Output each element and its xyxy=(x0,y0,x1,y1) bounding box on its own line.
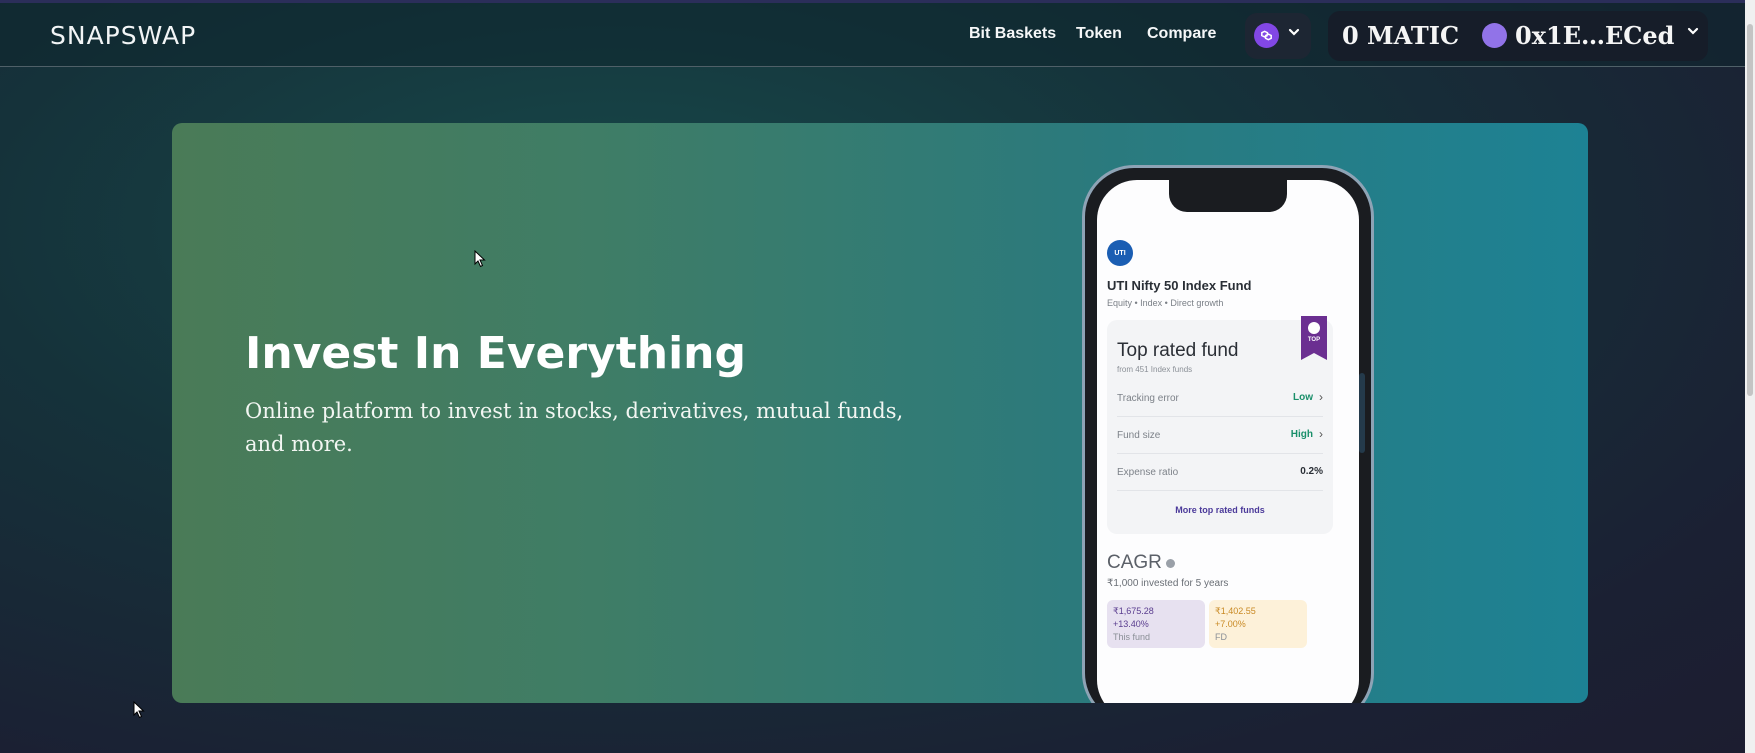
row-expense-ratio: Expense ratio 0.2% xyxy=(1117,454,1323,491)
row-fund-size: Fund size High › xyxy=(1117,417,1323,454)
top-rated-card: TOP Top rated fund from 451 Index funds … xyxy=(1107,316,1333,534)
card-title: Top rated fund xyxy=(1117,340,1239,361)
wallet-address: 0x1E…ECed xyxy=(1515,21,1675,50)
nav-compare[interactable]: Compare xyxy=(1147,25,1216,43)
account-avatar-icon xyxy=(1482,23,1507,48)
top-badge-icon: TOP xyxy=(1301,316,1327,360)
brand-logo[interactable]: SNAPSWAP xyxy=(50,21,196,50)
hero-subtitle: Online platform to invest in stocks, der… xyxy=(245,399,904,456)
scrollbar-thumb[interactable] xyxy=(1747,24,1753,396)
account-button[interactable]: 0 MATIC 0x1E…ECed xyxy=(1328,11,1708,61)
hero-banner: Invest In Everything Online platform to … xyxy=(172,123,1588,703)
hero-title: Invest In Everything xyxy=(245,328,746,379)
fund-logo: UTI xyxy=(1107,240,1133,266)
phone-notch xyxy=(1169,180,1287,212)
phone-screen: UTI UTI Nifty 50 Index Fund Equity • Ind… xyxy=(1097,180,1359,703)
phone-mockup: UTI UTI Nifty 50 Index Fund Equity • Ind… xyxy=(1082,165,1374,703)
cagr-title: CAGR xyxy=(1107,552,1175,574)
wallet-balance: 0 MATIC xyxy=(1342,21,1460,50)
chevron-right-icon: › xyxy=(1319,390,1323,404)
nav-bit-baskets[interactable]: Bit Baskets xyxy=(969,25,1056,43)
chevron-down-icon xyxy=(1287,25,1301,44)
nav-token[interactable]: Token xyxy=(1076,25,1122,43)
chevron-down-icon xyxy=(1686,24,1700,43)
more-funds-link: More top rated funds xyxy=(1175,505,1265,515)
fund-tags: Equity • Index • Direct growth xyxy=(1107,298,1224,308)
info-icon xyxy=(1165,559,1175,568)
cagr-subtitle: ₹1,000 invested for 5 years xyxy=(1107,578,1229,589)
fd-box: ₹1,402.55 +7.00% FD xyxy=(1209,600,1307,648)
polygon-icon xyxy=(1254,23,1279,48)
navbar: SNAPSWAP Bit Baskets Token Compare 0 MAT… xyxy=(0,3,1745,67)
chevron-right-icon: › xyxy=(1319,427,1323,441)
phone-side-button xyxy=(1359,373,1365,453)
card-subtitle: from 451 Index funds xyxy=(1117,365,1193,374)
this-fund-box: ₹1,675.28 +13.40% This fund xyxy=(1107,600,1205,648)
network-selector-button[interactable] xyxy=(1245,13,1311,59)
row-tracking-error: Tracking error Low › xyxy=(1117,380,1323,417)
fund-name: UTI Nifty 50 Index Fund xyxy=(1107,278,1252,293)
